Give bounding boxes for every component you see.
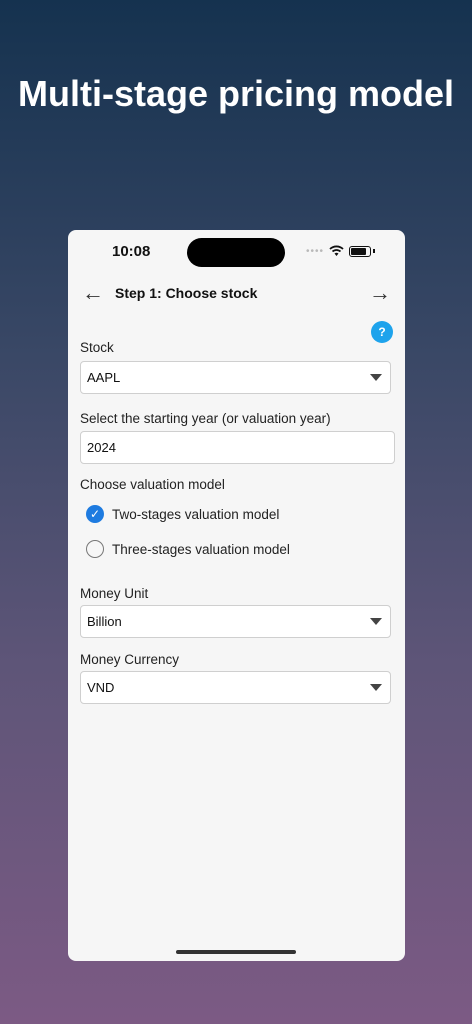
stock-label: Stock [80, 340, 114, 355]
unit-select[interactable]: Billion [80, 605, 391, 638]
wifi-icon [329, 245, 344, 256]
battery-nub [373, 249, 375, 253]
page-title: Step 1: Choose stock [115, 285, 258, 301]
radio-unchecked-icon [86, 540, 104, 558]
currency-label: Money Currency [80, 652, 180, 667]
model-label: Choose valuation model [80, 477, 225, 492]
radio-checked-icon: ✓ [86, 505, 104, 523]
unit-value: Billion [87, 614, 122, 629]
nav-bar: ← Step 1: Choose stock → [68, 280, 405, 308]
year-value: 2024 [87, 440, 116, 455]
currency-select[interactable]: VND [80, 671, 391, 704]
radio-label: Three-stages valuation model [112, 541, 290, 557]
back-arrow-icon[interactable]: ← [82, 280, 104, 306]
dynamic-island [187, 238, 285, 267]
radio-three-stages[interactable]: Three-stages valuation model [86, 540, 290, 558]
stock-value: AAPL [87, 370, 121, 385]
chevron-down-icon [370, 618, 382, 625]
status-icons: •••• [306, 245, 375, 257]
signal-dots: •••• [305, 245, 324, 257]
unit-label: Money Unit [80, 586, 149, 601]
radio-label: Two-stages valuation model [112, 506, 280, 522]
help-button[interactable]: ? [371, 321, 393, 343]
currency-value: VND [87, 680, 115, 695]
stock-select[interactable]: AAPL [80, 361, 391, 394]
phone-frame: 10:08 •••• ← Step 1: Choose stock → ? St… [68, 230, 405, 961]
next-arrow-icon[interactable]: → [369, 280, 391, 306]
headline: Multi-stage pricing model [17, 73, 455, 114]
battery-icon [349, 245, 371, 257]
chevron-down-icon [370, 684, 382, 691]
status-time: 10:08 [112, 243, 151, 260]
chevron-down-icon [370, 374, 382, 381]
year-label: Select the starting year (or valuation y… [80, 411, 331, 426]
home-indicator [176, 950, 296, 954]
radio-two-stages[interactable]: ✓ Two-stages valuation model [86, 505, 279, 523]
year-input[interactable]: 2024 [80, 431, 395, 464]
